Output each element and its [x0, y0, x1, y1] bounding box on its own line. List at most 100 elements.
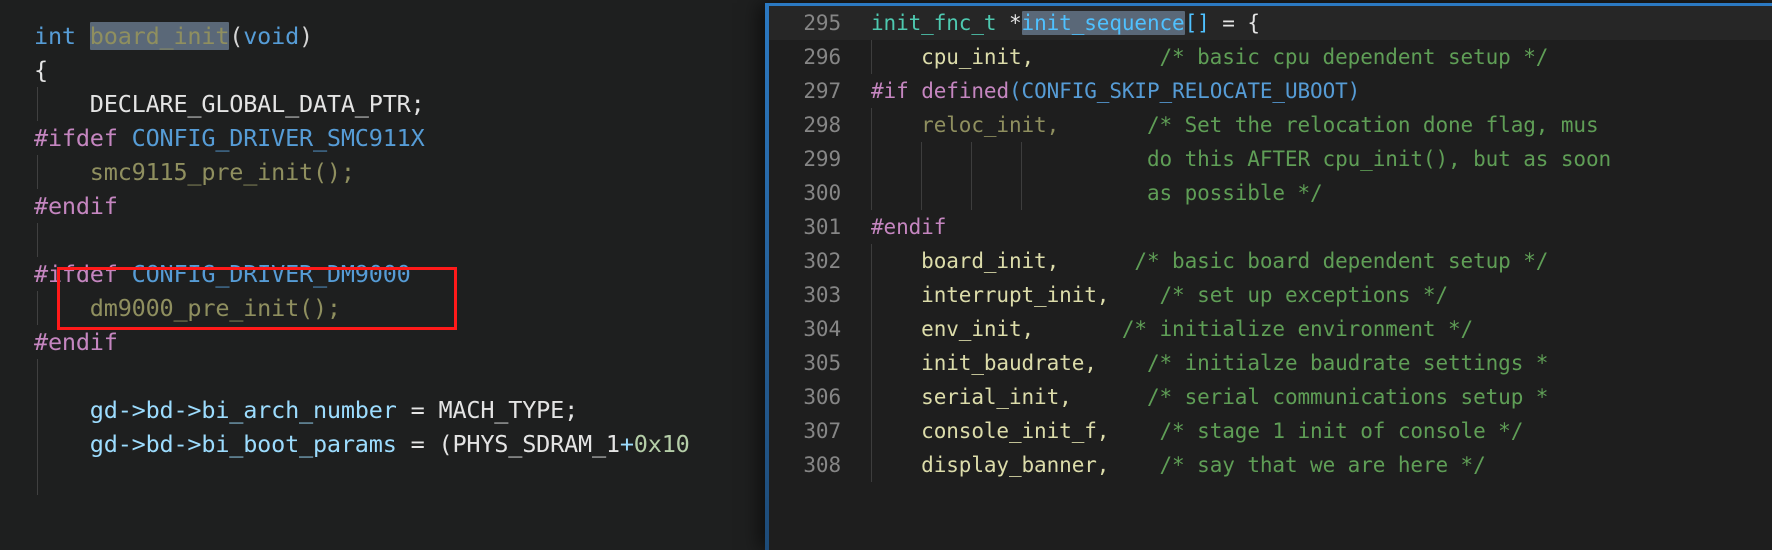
- code-token: dm9000_pre_init();: [34, 294, 341, 322]
- peek-code-line[interactable]: 296 cpu_init, /* basic cpu dependent set…: [769, 40, 1772, 74]
- code-line[interactable]: [34, 359, 690, 393]
- code-text: #endif: [871, 210, 946, 244]
- peek-code-line[interactable]: 303 interrupt_init, /* set up exceptions…: [769, 278, 1772, 312]
- code-text: display_banner, /* say that we are here …: [871, 448, 1486, 482]
- code-token: smc9115_pre_init();: [34, 158, 355, 186]
- code-token: serial_init,: [871, 385, 1072, 409]
- code-token: =: [1209, 11, 1248, 35]
- peek-code-line[interactable]: 297 #if defined(CONFIG_SKIP_RELOCATE_UBOO…: [769, 74, 1772, 108]
- line-number: 303: [803, 283, 841, 307]
- code-token: /* stage 1 init of console */: [1159, 419, 1524, 443]
- peek-code-line[interactable]: 299 do this AFTER cpu_init(), but as soo…: [769, 142, 1772, 176]
- code-line[interactable]: gd->bd->bi_arch_number = MACH_TYPE;: [34, 393, 690, 427]
- code-text: board_init, /* basic board dependent set…: [871, 244, 1548, 278]
- code-token: reloc_init,: [871, 113, 1060, 137]
- left-code-content[interactable]: int board_init(void) { DECLARE_GLOBAL_DAT…: [0, 0, 690, 495]
- code-token: /* basic board dependent setup */: [1134, 249, 1549, 273]
- code-token: as possible */: [1146, 181, 1323, 205]
- code-token: interrupt_init,: [871, 283, 1110, 307]
- code-token: board_init,: [871, 249, 1060, 273]
- peek-code-line[interactable]: 301 #endif: [769, 210, 1772, 244]
- line-number: 297: [803, 79, 841, 103]
- indent-guide: [37, 223, 38, 257]
- code-token: env_init,: [871, 317, 1035, 341]
- code-text: console_init_f, /* stage 1 init of conso…: [871, 414, 1523, 448]
- code-token: {: [34, 56, 48, 84]
- code-line[interactable]: #endif: [34, 325, 690, 359]
- line-number: 302: [803, 249, 841, 273]
- code-token: =: [396, 430, 439, 458]
- code-text: reloc_init, /* Set the relocation done f…: [871, 108, 1598, 142]
- code-line[interactable]: int board_init(void): [34, 19, 690, 53]
- code-token: (: [229, 22, 244, 50]
- code-text: env_init, /* initialize environment */: [871, 312, 1473, 346]
- code-token: ): [299, 22, 313, 50]
- line-number: 295: [803, 11, 841, 35]
- indent-guide: [37, 427, 38, 461]
- peek-definition-panel[interactable]: 295 init_fnc_t *init_sequence[] = {296 cp…: [765, 3, 1772, 550]
- peek-code-line[interactable]: 302 board_init, /* basic board dependent…: [769, 244, 1772, 278]
- indent-guide: [37, 291, 38, 325]
- peek-code-content[interactable]: 295 init_fnc_t *init_sequence[] = {296 cp…: [769, 6, 1772, 550]
- indent-guide: [37, 359, 38, 393]
- code-token: init_fnc_t: [871, 11, 997, 35]
- code-token: CONFIG_SKIP_RELOCATE_UBOOT: [1021, 79, 1348, 103]
- highlighted-symbol: init_sequence: [1021, 11, 1185, 35]
- code-token: defined: [921, 79, 1009, 103]
- code-text: interrupt_init, /* set up exceptions */: [871, 278, 1448, 312]
- code-token: 0x10: [633, 430, 690, 458]
- code-text: cpu_init, /* basic cpu dependent setup *…: [871, 40, 1548, 74]
- peek-code-line[interactable]: 304 env_init, /* initialize environment …: [769, 312, 1772, 346]
- peek-code-line[interactable]: 305 init_baudrate, /* initialze baudrate…: [769, 346, 1772, 380]
- code-text: init_baudrate, /* initialze baudrate set…: [871, 346, 1548, 380]
- code-line[interactable]: #endif: [34, 189, 690, 223]
- peek-code-line[interactable]: 307 console_init_f, /* stage 1 init of c…: [769, 414, 1772, 448]
- peek-code-line[interactable]: 300 as possible */: [769, 176, 1772, 210]
- line-number: 304: [803, 317, 841, 341]
- code-token: +: [619, 430, 634, 458]
- code-token: init_baudrate,: [871, 351, 1097, 375]
- line-number: 305: [803, 351, 841, 375]
- code-line[interactable]: #ifdef CONFIG_DRIVER_SMC911X: [34, 121, 690, 155]
- code-line[interactable]: smc9115_pre_init();: [34, 155, 690, 189]
- line-number: 300: [803, 181, 841, 205]
- code-token: gd->bd->bi_arch_number: [34, 396, 397, 424]
- code-line[interactable]: gd->bd->bi_boot_params = (PHYS_SDRAM_1+0…: [34, 427, 690, 461]
- indent-guide: [37, 87, 38, 121]
- code-token: #endif: [34, 192, 118, 220]
- indent-guide: [37, 155, 38, 189]
- line-number: 299: [803, 147, 841, 171]
- line-number: 306: [803, 385, 841, 409]
- code-token: []: [1184, 11, 1210, 35]
- peek-panel-left-border: [765, 3, 769, 550]
- code-line[interactable]: dm9000_pre_init();: [34, 291, 690, 325]
- code-token: /* basic cpu dependent setup */: [1159, 45, 1549, 69]
- code-line[interactable]: #ifdef CONFIG_DRIVER_DM9000: [34, 257, 690, 291]
- code-token: #endif: [34, 328, 118, 356]
- code-token: ): [1347, 79, 1361, 103]
- code-line[interactable]: {: [34, 53, 690, 87]
- peek-code-line[interactable]: 306 serial_init, /* serial communication…: [769, 380, 1772, 414]
- code-text: serial_init, /* serial communications se…: [871, 380, 1548, 414]
- code-line[interactable]: [34, 223, 690, 257]
- peek-code-line[interactable]: 308 display_banner, /* say that we are h…: [769, 448, 1772, 482]
- code-token: {: [1247, 11, 1260, 35]
- code-token: =: [396, 396, 439, 424]
- peek-code-line[interactable]: 295 init_fnc_t *init_sequence[] = {: [769, 6, 1772, 40]
- line-number: 301: [803, 215, 841, 239]
- code-token: DECLARE_GLOBAL_DATA_PTR;: [34, 90, 425, 118]
- code-token: /* set up exceptions */: [1159, 283, 1449, 307]
- code-line[interactable]: DECLARE_GLOBAL_DATA_PTR;: [34, 87, 690, 121]
- code-line[interactable]: [34, 461, 690, 495]
- code-text: as possible */: [871, 176, 1323, 210]
- code-token: (PHYS_SDRAM_1: [438, 430, 621, 458]
- peek-code-line[interactable]: 298 reloc_init, /* Set the relocation do…: [769, 108, 1772, 142]
- indent-guide: [37, 461, 38, 495]
- code-token: /* initialize environment */: [1121, 317, 1474, 341]
- code-token: do this AFTER cpu_init(), but as soon: [1146, 147, 1612, 171]
